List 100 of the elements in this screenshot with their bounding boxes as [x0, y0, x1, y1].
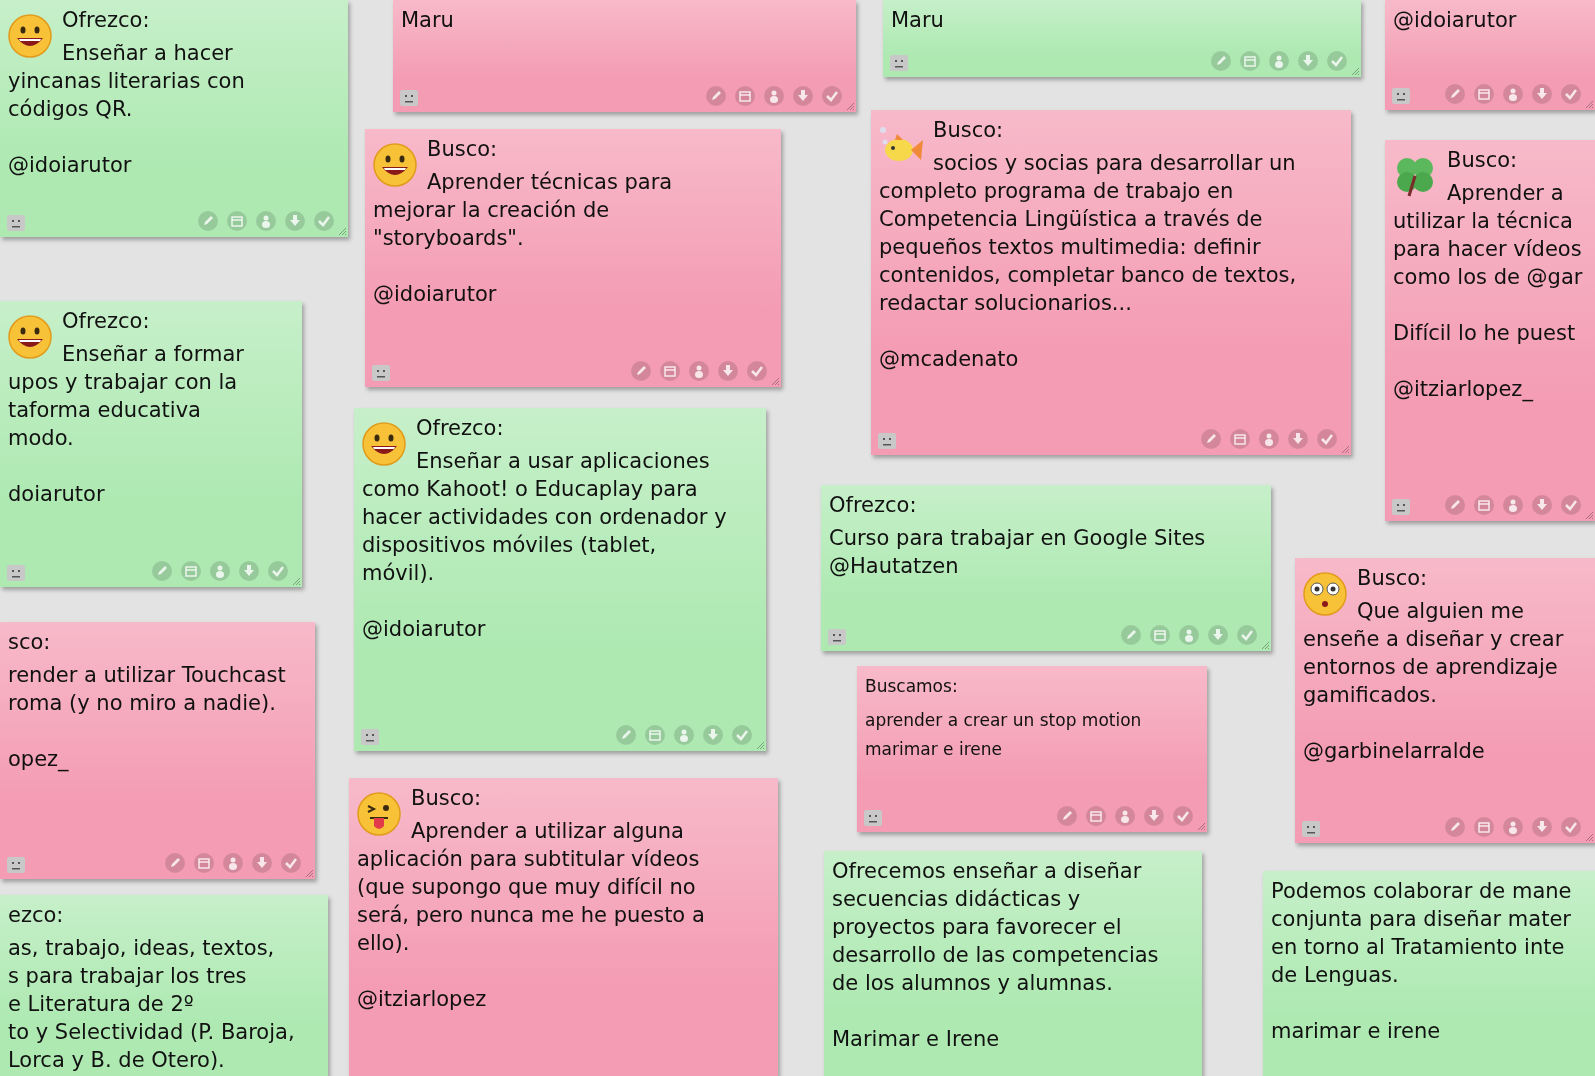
download-icon[interactable] — [1532, 84, 1552, 104]
edit-icon[interactable] — [1445, 84, 1465, 104]
edit-icon[interactable] — [631, 361, 651, 381]
note-heading: sco: — [8, 629, 51, 656]
resize-grip-icon[interactable] — [845, 101, 855, 111]
robot-face-icon — [1301, 819, 1321, 839]
note-author: @itziarlopez_ — [1393, 376, 1533, 403]
person-icon[interactable] — [674, 725, 694, 745]
calendar-icon[interactable] — [735, 86, 755, 106]
download-icon[interactable] — [1288, 429, 1308, 449]
edit-icon[interactable] — [1445, 817, 1465, 837]
calendar-icon[interactable] — [1474, 84, 1494, 104]
download-icon[interactable] — [1532, 817, 1552, 837]
download-icon[interactable] — [793, 86, 813, 106]
resize-grip-icon[interactable] — [304, 868, 314, 878]
calendar-icon[interactable] — [645, 725, 665, 745]
check-icon[interactable] — [314, 211, 334, 231]
note-heading: Busco: — [427, 136, 498, 163]
check-icon[interactable] — [1317, 429, 1337, 449]
calendar-icon[interactable] — [181, 561, 201, 581]
download-icon[interactable] — [1144, 806, 1164, 826]
resize-grip-icon[interactable] — [1340, 444, 1350, 454]
check-icon[interactable] — [281, 853, 301, 873]
check-icon[interactable] — [1561, 84, 1581, 104]
check-icon[interactable] — [822, 86, 842, 106]
winking-tongue-face-icon — [355, 790, 403, 838]
download-icon[interactable] — [1298, 51, 1318, 71]
resize-grip-icon[interactable] — [770, 376, 780, 386]
person-icon[interactable] — [1115, 806, 1135, 826]
check-icon[interactable] — [1327, 51, 1347, 71]
person-icon[interactable] — [764, 86, 784, 106]
resize-grip-icon[interactable] — [1350, 66, 1360, 76]
note-text: Maru — [401, 7, 454, 34]
smiley-face-icon — [371, 141, 419, 189]
edit-icon[interactable] — [165, 853, 185, 873]
note-heading: Busco: — [411, 785, 482, 812]
resize-grip-icon[interactable] — [1584, 510, 1594, 520]
check-icon[interactable] — [1561, 495, 1581, 515]
download-icon[interactable] — [1208, 625, 1228, 645]
note-text: Maru — [891, 7, 944, 34]
download-icon[interactable] — [703, 725, 723, 745]
calendar-icon[interactable] — [194, 853, 214, 873]
edit-icon[interactable] — [616, 725, 636, 745]
person-icon[interactable] — [210, 561, 230, 581]
calendar-icon[interactable] — [1240, 51, 1260, 71]
calendar-icon[interactable] — [1474, 817, 1494, 837]
download-icon[interactable] — [239, 561, 259, 581]
note-author: @idoiarutor — [8, 152, 132, 179]
check-icon[interactable] — [1237, 625, 1257, 645]
edit-icon[interactable] — [1211, 51, 1231, 71]
note-heading: Buscamos: — [865, 675, 958, 698]
note-heading: Ofrezco: — [416, 415, 504, 442]
person-icon[interactable] — [1503, 495, 1523, 515]
check-icon[interactable] — [1561, 817, 1581, 837]
edit-icon[interactable] — [1057, 806, 1077, 826]
edit-icon[interactable] — [152, 561, 172, 581]
download-icon[interactable] — [252, 853, 272, 873]
edit-icon[interactable] — [198, 211, 218, 231]
resize-grip-icon[interactable] — [1584, 832, 1594, 842]
person-icon[interactable] — [223, 853, 243, 873]
edit-icon[interactable] — [706, 86, 726, 106]
person-icon[interactable] — [256, 211, 276, 231]
resize-grip-icon[interactable] — [291, 576, 301, 586]
person-icon[interactable] — [1503, 817, 1523, 837]
note-author: @garbinelarralde — [1303, 738, 1485, 765]
note-author: @idoiarutor — [373, 281, 497, 308]
person-icon[interactable] — [689, 361, 709, 381]
check-icon[interactable] — [747, 361, 767, 381]
check-icon[interactable] — [732, 725, 752, 745]
calendar-icon[interactable] — [227, 211, 247, 231]
edit-icon[interactable] — [1121, 625, 1141, 645]
calendar-icon[interactable] — [1086, 806, 1106, 826]
check-icon[interactable] — [268, 561, 288, 581]
download-icon[interactable] — [285, 211, 305, 231]
calendar-icon[interactable] — [1150, 625, 1170, 645]
person-icon[interactable] — [1269, 51, 1289, 71]
person-icon[interactable] — [1503, 84, 1523, 104]
robot-face-icon — [6, 563, 26, 583]
note-author: doiarutor — [8, 481, 105, 508]
download-icon[interactable] — [1532, 495, 1552, 515]
resize-grip-icon[interactable] — [1584, 99, 1594, 109]
note-author: @mcadenato — [879, 346, 1019, 373]
edit-icon[interactable] — [1445, 495, 1465, 515]
smiley-face-icon — [360, 420, 408, 468]
resize-grip-icon[interactable] — [755, 740, 765, 750]
check-icon[interactable] — [1173, 806, 1193, 826]
robot-face-icon — [6, 855, 26, 875]
calendar-icon[interactable] — [1474, 495, 1494, 515]
note-text: as, trabajo, ideas, textos, s para trabajar los tres e Literatura de 2º to y Selectividad (P. Baroja, Lorca y B. de Otero). — [8, 935, 295, 1074]
edit-icon[interactable] — [1201, 429, 1221, 449]
calendar-icon[interactable] — [1230, 429, 1250, 449]
resize-grip-icon[interactable] — [337, 226, 347, 236]
person-icon[interactable] — [1179, 625, 1199, 645]
smiley-face-icon — [6, 313, 54, 361]
calendar-icon[interactable] — [660, 361, 680, 381]
download-icon[interactable] — [718, 361, 738, 381]
person-icon[interactable] — [1259, 429, 1279, 449]
note-author: opez_ — [8, 746, 69, 773]
resize-grip-icon[interactable] — [1260, 640, 1270, 650]
resize-grip-icon[interactable] — [1196, 821, 1206, 831]
